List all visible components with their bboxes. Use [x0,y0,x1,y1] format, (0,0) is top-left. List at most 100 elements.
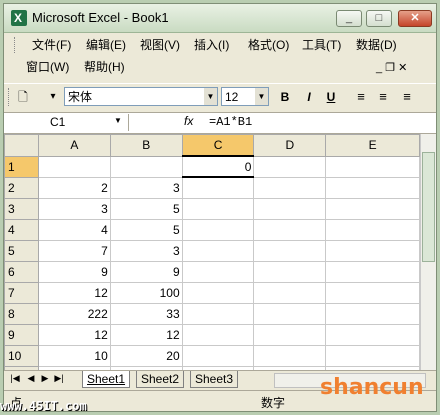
cell-c2[interactable] [181,176,255,199]
cell-e2[interactable] [325,176,420,199]
row-header[interactable]: 5 [4,239,39,262]
font-name-combo[interactable]: 宋体 ▼ [64,87,218,106]
close-button[interactable]: ✕ [398,10,432,27]
tab-sheet2[interactable]: Sheet2 [136,371,185,388]
column-header-d[interactable]: D [253,134,327,157]
bold-button[interactable]: B [276,88,294,106]
cell-b1[interactable] [109,155,183,178]
cell-a8[interactable]: 222 [37,302,111,325]
cell-e4[interactable] [325,218,420,241]
cell-a2[interactable]: 2 [37,176,111,199]
insert-function-icon[interactable]: fx [184,114,193,128]
cell-a7[interactable]: 12 [37,281,111,304]
column-header-b[interactable]: B [109,134,183,157]
chevron-down-icon[interactable]: ▼ [204,88,217,105]
cell-b4[interactable]: 5 [109,218,183,241]
chevron-down-icon[interactable]: ▼ [255,88,268,105]
worksheet-grid[interactable]: A B C D E 1 0 2 2 3 3 3 5 4 4 5 5 7 3 6 9 9 7 12 100 8 222 33 9… [4,134,420,370]
toolbar-grip-icon[interactable] [8,88,12,106]
next-sheet-icon[interactable]: ▶ [38,373,52,384]
cell-b3[interactable]: 5 [109,197,183,220]
align-center-icon[interactable]: ≡ [374,88,392,106]
column-header-e[interactable]: E [325,134,420,157]
cell-c4[interactable] [181,218,255,241]
cell-a3[interactable]: 3 [37,197,111,220]
prev-sheet-icon[interactable]: ◀ [24,373,38,384]
cell-d7[interactable] [253,281,327,304]
cell-e6[interactable] [325,260,420,283]
row-header[interactable]: 4 [4,218,39,241]
cell-b9[interactable]: 12 [109,323,183,346]
cell-e10[interactable] [325,344,420,367]
column-header-c[interactable]: C [181,134,255,157]
cell-c9[interactable] [181,323,255,346]
column-header-a[interactable]: A [37,134,111,157]
cell-e9[interactable] [325,323,420,346]
minimize-button[interactable]: _ [336,10,362,27]
row-header[interactable]: 8 [4,302,39,325]
last-sheet-icon[interactable]: ▶| [52,373,66,384]
cell-e8[interactable] [325,302,420,325]
cell-d8[interactable] [253,302,327,325]
tab-sheet3[interactable]: Sheet3 [190,371,239,388]
cell-a1[interactable] [37,155,111,178]
cell-d3[interactable] [253,197,327,220]
cell-d10[interactable] [253,344,327,367]
maximize-button[interactable]: □ [366,10,392,27]
document-controls[interactable]: _ ❐ ✕ [376,61,407,74]
row-header[interactable]: 9 [4,323,39,346]
select-all-corner[interactable] [4,134,39,157]
font-size-combo[interactable]: 12 ▼ [221,87,269,106]
cell-e1[interactable] [325,155,420,178]
chevron-down-icon[interactable]: ▼ [114,116,122,125]
cell-c8[interactable] [181,302,255,325]
cell-b8[interactable]: 33 [109,302,183,325]
menu-edit[interactable]: 编辑(E) [86,36,126,54]
tab-sheet1[interactable]: Sheet1 [82,371,131,388]
cell-d5[interactable] [253,239,327,262]
align-right-icon[interactable]: ≡ [398,88,416,106]
toolbar-options-icon[interactable]: ▾ [44,88,62,106]
cell-c1[interactable]: 0 [181,155,255,178]
row-header[interactable]: 3 [4,197,39,220]
row-header[interactable]: 6 [4,260,39,283]
cell-b2[interactable]: 3 [109,176,183,199]
first-sheet-icon[interactable]: |◀ [8,373,22,384]
cell-a10[interactable]: 10 [37,344,111,367]
menu-help[interactable]: 帮助(H) [84,58,125,76]
new-document-icon[interactable]: 🗋 [14,88,32,106]
cell-b5[interactable]: 3 [109,239,183,262]
row-header[interactable]: 10 [4,344,39,367]
vertical-scrollbar[interactable] [420,134,436,370]
cell-e7[interactable] [325,281,420,304]
menubar-grip-icon[interactable] [14,37,18,53]
cell-d6[interactable] [253,260,327,283]
formula-input[interactable]: =A1*B1 [209,115,252,129]
name-box[interactable]: C1 ▼ [6,114,129,131]
underline-button[interactable]: U [322,88,340,106]
align-left-icon[interactable]: ≡ [352,88,370,106]
cell-c5[interactable] [181,239,255,262]
menu-insert[interactable]: 插入(I) [194,36,229,54]
cell-c6[interactable] [181,260,255,283]
cell-b7[interactable]: 100 [109,281,183,304]
menu-view[interactable]: 视图(V) [140,36,180,54]
cell-b10[interactable]: 20 [109,344,183,367]
cell-d9[interactable] [253,323,327,346]
cell-c7[interactable] [181,281,255,304]
cell-e5[interactable] [325,239,420,262]
cell-d1[interactable] [253,155,327,178]
cell-b6[interactable]: 9 [109,260,183,283]
cell-a5[interactable]: 7 [37,239,111,262]
menu-data[interactable]: 数据(D) [356,36,397,54]
menu-window[interactable]: 窗口(W) [26,58,69,76]
cell-a9[interactable]: 12 [37,323,111,346]
cell-a4[interactable]: 4 [37,218,111,241]
menu-file[interactable]: 文件(F) [32,36,71,54]
cell-c3[interactable] [181,197,255,220]
menu-format[interactable]: 格式(O) [248,36,289,54]
cell-e3[interactable] [325,197,420,220]
cell-d4[interactable] [253,218,327,241]
row-header[interactable]: 2 [4,176,39,199]
cell-c10[interactable] [181,344,255,367]
